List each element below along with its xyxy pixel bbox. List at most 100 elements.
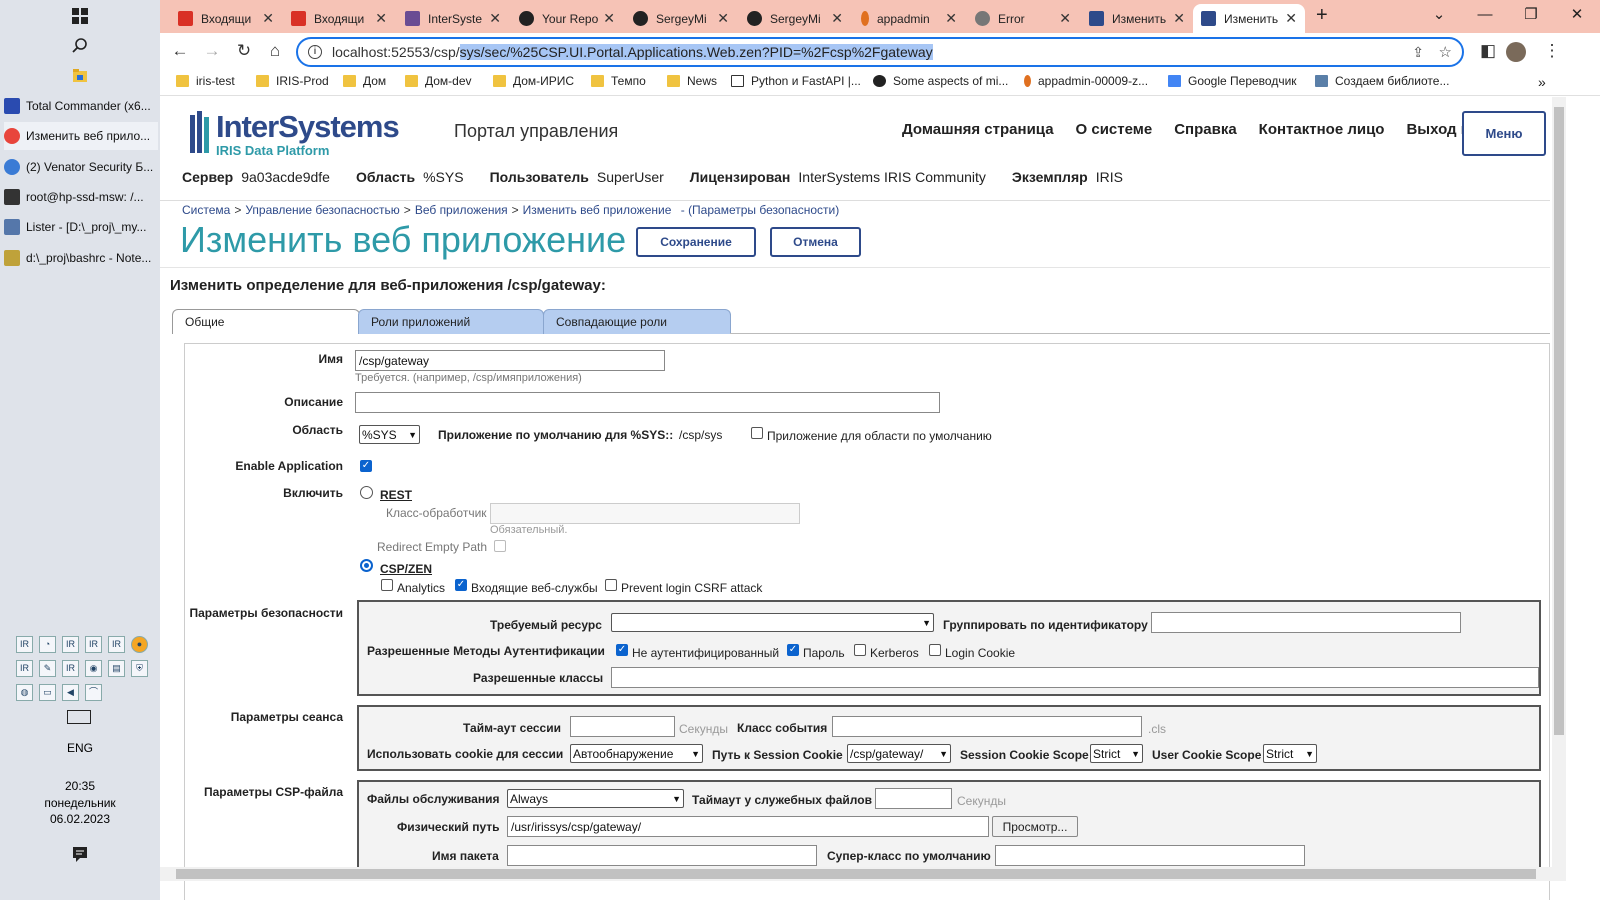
- breadcrumb-web-apps[interactable]: Веб приложения: [415, 203, 508, 217]
- file-explorer-icon[interactable]: [70, 66, 90, 86]
- close-icon[interactable]: ✕: [489, 10, 501, 27]
- more-menu-icon[interactable]: ⋮: [1540, 40, 1564, 64]
- bookmark-item[interactable]: IRIS-Prod: [256, 74, 329, 88]
- close-icon[interactable]: ✕: [1059, 10, 1071, 27]
- share-icon[interactable]: ⇪: [1412, 44, 1424, 61]
- password-checkbox[interactable]: ✓: [787, 644, 799, 656]
- close-icon[interactable]: ✕: [262, 10, 274, 27]
- input-language[interactable]: ENG: [0, 741, 160, 755]
- firefox-tray-icon[interactable]: ●: [131, 636, 148, 653]
- volume-icon[interactable]: ◀: [62, 684, 79, 701]
- vertical-scrollbar-thumb[interactable]: [1554, 107, 1564, 735]
- browser-tab[interactable]: SergeyMi ✕: [739, 4, 851, 33]
- close-icon[interactable]: ✕: [375, 10, 387, 27]
- nav-home[interactable]: Домашняя страница: [902, 121, 1054, 138]
- cookie-path-select[interactable]: /csp/gateway/ ▼: [847, 744, 951, 763]
- cancel-button[interactable]: Отмена: [770, 227, 861, 257]
- nav-contact[interactable]: Контактное лицо: [1259, 121, 1385, 138]
- drive-tray-icon[interactable]: ▤: [108, 660, 125, 677]
- taskbar-app-chrome[interactable]: Изменить веб прило...: [4, 122, 158, 150]
- browser-tab-active[interactable]: Изменить ✕: [1193, 4, 1305, 33]
- new-tab-icon[interactable]: +: [1316, 4, 1328, 27]
- globe-tray-icon[interactable]: ◍: [16, 684, 33, 701]
- kerberos-checkbox[interactable]: [854, 644, 866, 656]
- taskbar-app-browser[interactable]: (2) Venator Security Б...: [4, 153, 158, 181]
- vpn-tray-icon[interactable]: ◉: [85, 660, 102, 677]
- pen-tray-icon[interactable]: ✎: [39, 660, 56, 677]
- restore-icon[interactable]: ❐: [1508, 0, 1554, 33]
- browser-tab[interactable]: Входящи ✕: [283, 4, 395, 33]
- taskbar-app-lister[interactable]: Lister - [D:\_proj\_my...: [4, 213, 158, 241]
- site-info-icon[interactable]: i: [308, 45, 322, 59]
- tab-search-icon[interactable]: ⌄: [1416, 0, 1462, 33]
- taskbar-app-terminal[interactable]: root@hp-ssd-msw: /...: [4, 183, 158, 211]
- csrf-checkbox[interactable]: [605, 579, 617, 591]
- analytics-checkbox[interactable]: [381, 579, 393, 591]
- window-close-icon[interactable]: ✕: [1554, 0, 1600, 33]
- tab-app-roles[interactable]: Роли приложений: [358, 309, 544, 334]
- bookmark-item[interactable]: appadmin-00009-z...: [1024, 74, 1148, 88]
- browser-tab[interactable]: Your Repo ✕: [511, 4, 623, 33]
- horizontal-scrollbar-thumb[interactable]: [176, 869, 1536, 879]
- breadcrumb-security[interactable]: Управление безопасностью: [245, 203, 399, 217]
- iris-tray-icon[interactable]: IR: [16, 636, 33, 653]
- group-by-id-field[interactable]: [1151, 612, 1461, 633]
- browser-tab[interactable]: SergeyMi ✕: [625, 4, 737, 33]
- breadcrumb-current[interactable]: Изменить веб приложение: [523, 203, 672, 217]
- taskbar-app-total-commander[interactable]: Total Commander (x6...: [4, 92, 158, 120]
- menu-button[interactable]: Меню: [1462, 111, 1546, 156]
- redirect-empty-path-checkbox[interactable]: [494, 540, 506, 552]
- browser-tab[interactable]: Изменить ✕: [1081, 4, 1193, 33]
- close-icon[interactable]: ✕: [603, 10, 615, 27]
- browser-tab[interactable]: Error ✕: [967, 4, 1079, 33]
- keyboard-icon[interactable]: [67, 710, 91, 724]
- iris-tray-icon[interactable]: IR: [85, 636, 102, 653]
- bookmark-item[interactable]: Python и FastAPI |...: [731, 74, 861, 88]
- namespace-value[interactable]: %SYS: [423, 169, 463, 185]
- user-cookie-scope-select[interactable]: Strict ▼: [1263, 744, 1317, 763]
- battery-icon[interactable]: ▭: [39, 684, 56, 701]
- browser-tab[interactable]: Входящи ✕: [170, 4, 282, 33]
- tab-matching-roles[interactable]: Совпадающие роли: [543, 309, 731, 334]
- session-cookie-select[interactable]: Автообнаружение ▼: [570, 744, 703, 763]
- taskbar-app-notepad[interactable]: d:\_proj\bashrc - Note...: [4, 244, 158, 272]
- login-cookie-checkbox[interactable]: [929, 644, 941, 656]
- home-icon[interactable]: ⌂: [263, 40, 287, 64]
- session-cookie-scope-select[interactable]: Strict ▼: [1090, 744, 1143, 763]
- browser-tab[interactable]: appadmin ✕: [853, 4, 965, 33]
- event-class-field[interactable]: [832, 716, 1142, 737]
- iris-tray-icon[interactable]: IR: [62, 636, 79, 653]
- bookmark-item[interactable]: Google Переводчик: [1168, 74, 1297, 88]
- network-tray-icon[interactable]: ◔: [39, 636, 56, 653]
- forward-icon[interactable]: →: [200, 40, 224, 64]
- enable-app-checkbox[interactable]: ✓: [360, 460, 372, 472]
- cspzen-radio[interactable]: [360, 559, 373, 572]
- close-icon[interactable]: ✕: [1173, 10, 1185, 27]
- reload-icon[interactable]: ↻: [232, 40, 256, 64]
- notification-icon[interactable]: [70, 844, 90, 864]
- profile-avatar[interactable]: [1506, 42, 1526, 62]
- windows-start-icon[interactable]: [70, 6, 90, 26]
- physical-path-field[interactable]: [507, 816, 989, 837]
- browse-button[interactable]: Просмотр...: [992, 816, 1078, 837]
- rest-radio[interactable]: [360, 486, 373, 499]
- iris-tray-icon[interactable]: IR: [16, 660, 33, 677]
- minimize-icon[interactable]: —: [1462, 0, 1508, 33]
- shield-tray-icon[interactable]: ⛨: [131, 660, 148, 677]
- bookmark-item[interactable]: Создаем библиоте...: [1315, 74, 1449, 88]
- namespace-select[interactable]: %SYS ▼: [359, 425, 420, 444]
- nav-about[interactable]: О системе: [1076, 121, 1153, 138]
- close-icon[interactable]: ✕: [945, 10, 957, 27]
- bookmark-item[interactable]: Some aspects of mi...: [873, 74, 1008, 88]
- nav-help[interactable]: Справка: [1174, 121, 1236, 138]
- bookmark-item[interactable]: Дом-ИРИС: [493, 74, 574, 88]
- default-superclass-field[interactable]: [995, 845, 1305, 866]
- clock-time[interactable]: 20:35: [0, 779, 160, 793]
- bookmark-item[interactable]: iris-test: [176, 74, 235, 88]
- bookmark-item[interactable]: Дом: [343, 74, 386, 88]
- save-button[interactable]: Сохранение: [636, 227, 756, 257]
- unauthenticated-checkbox[interactable]: ✓: [616, 644, 628, 656]
- name-field[interactable]: [355, 350, 665, 371]
- side-panel-icon[interactable]: ◧: [1476, 40, 1500, 64]
- package-name-field[interactable]: [507, 845, 817, 866]
